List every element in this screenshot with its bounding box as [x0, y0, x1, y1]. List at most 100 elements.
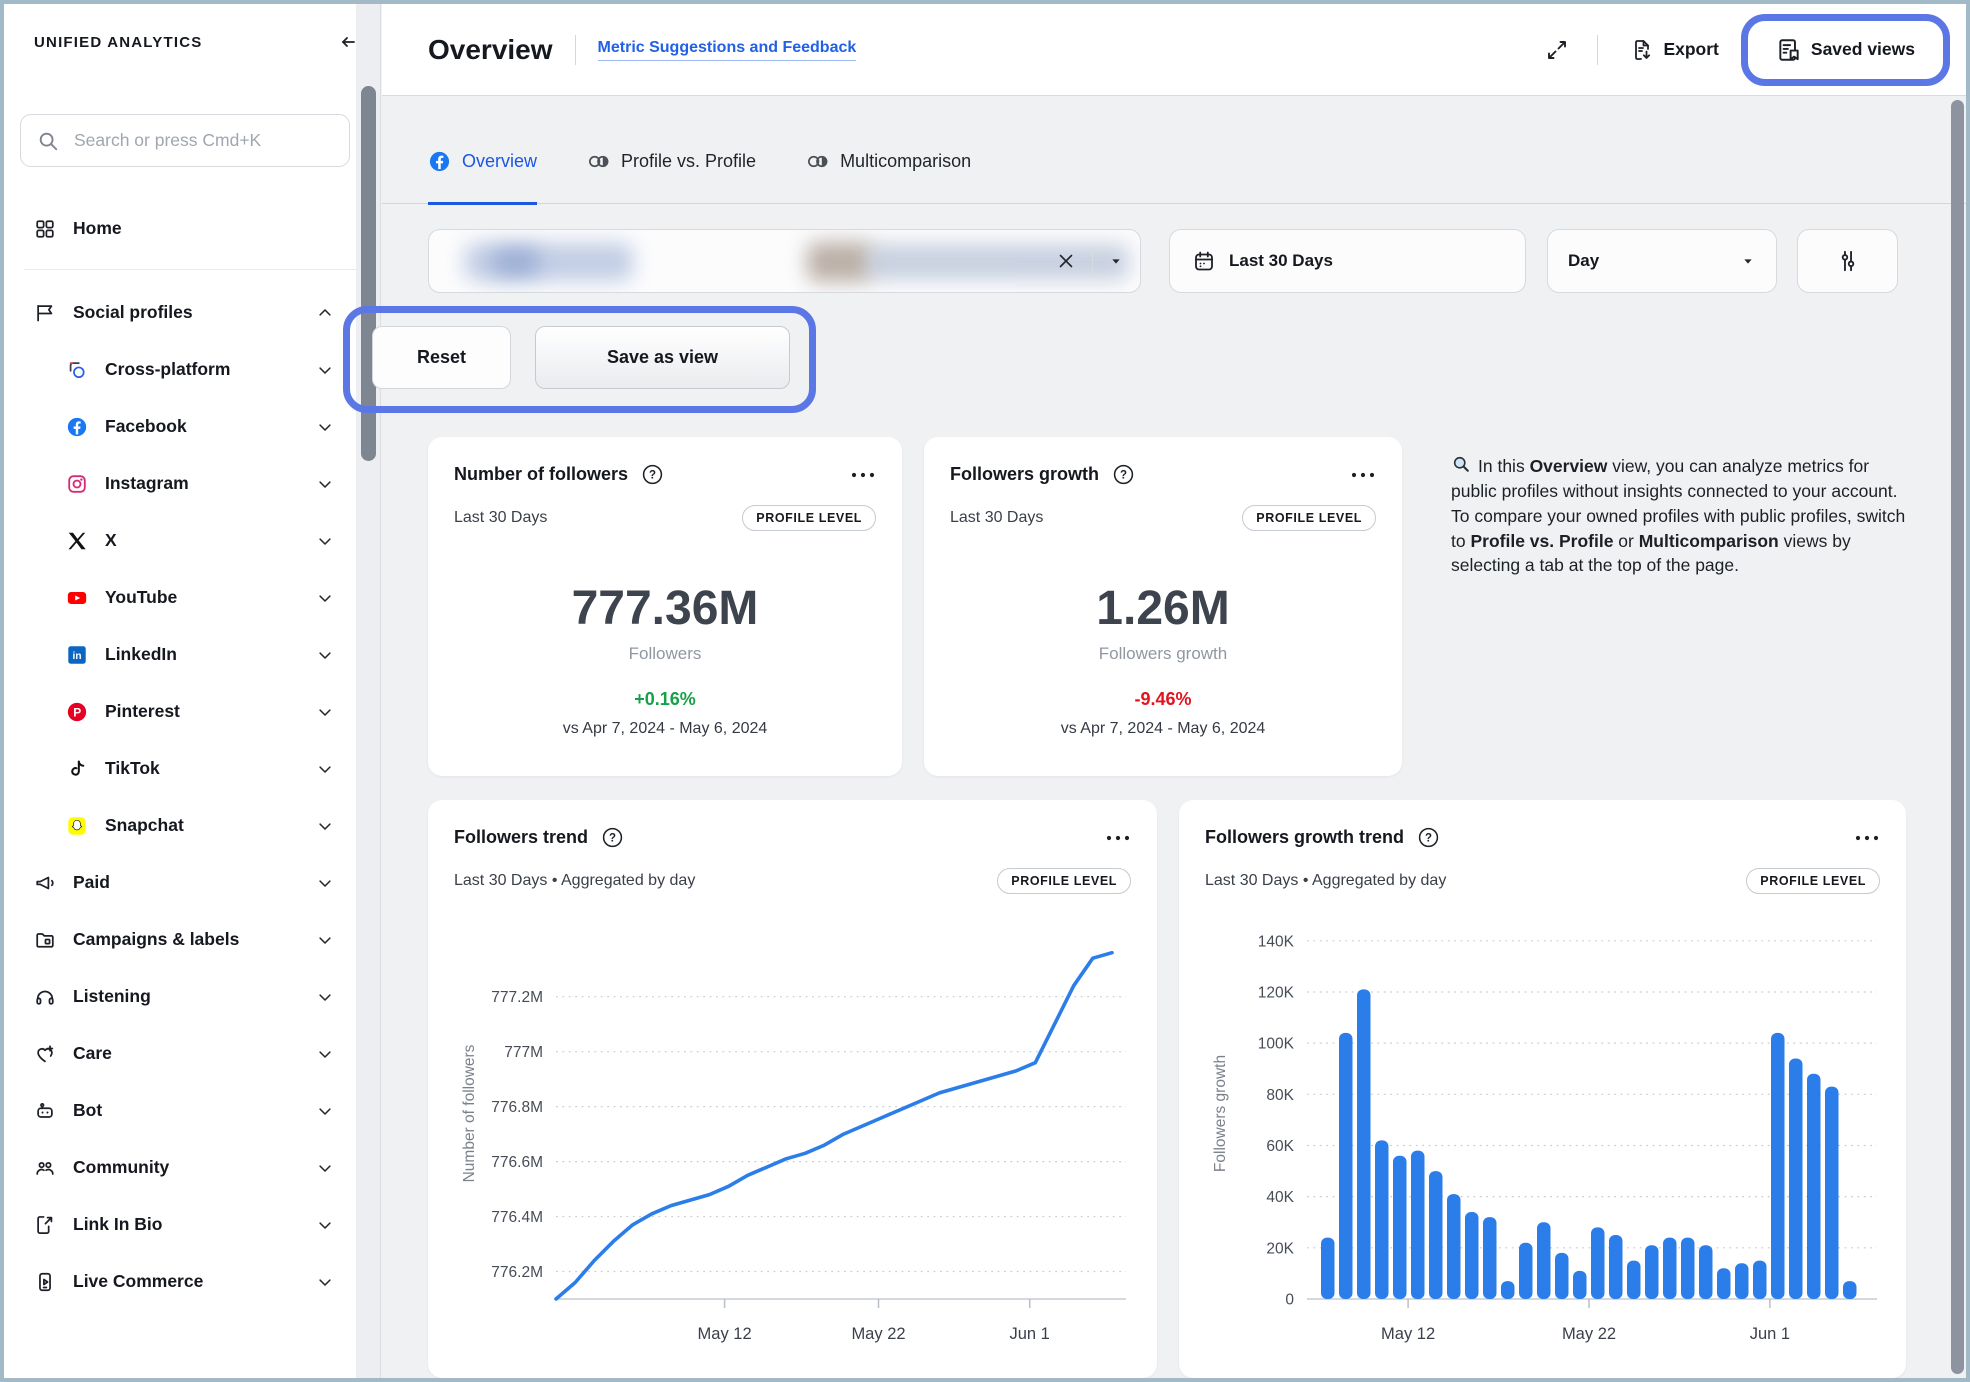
svg-text:100K: 100K [1258, 1036, 1295, 1053]
caret-down-icon[interactable] [1108, 253, 1124, 269]
help-icon[interactable]: ? [1112, 463, 1135, 486]
svg-text:P: P [73, 705, 81, 719]
tab-multicomparison[interactable]: Multicomparison [806, 150, 971, 205]
chevron-down-icon[interactable] [316, 703, 334, 721]
redacted-profile-chip [807, 242, 873, 282]
sidebar-item-live-commerce[interactable]: Live Commerce [4, 1253, 380, 1310]
sidebar-item-linkedin[interactable]: in LinkedIn [4, 626, 380, 683]
svg-text:?: ? [609, 833, 616, 845]
sidebar-item-social-profiles[interactable]: Social profiles [4, 284, 380, 341]
headphones-icon [34, 986, 56, 1008]
chevron-down-icon[interactable] [316, 988, 334, 1006]
sidebar-item-listening[interactable]: Listening [4, 968, 380, 1025]
sidebar-scrollbar[interactable] [356, 4, 380, 1378]
sidebar-item-paid[interactable]: Paid [4, 854, 380, 911]
sidebar-item-x[interactable]: X [4, 512, 380, 569]
svg-text:Jun 1: Jun 1 [1010, 1325, 1050, 1343]
help-icon[interactable]: ? [641, 463, 664, 486]
sidebar-item-bot[interactable]: Bot [4, 1082, 380, 1139]
search-icon [37, 130, 59, 152]
chevron-down-icon[interactable] [316, 418, 334, 436]
page-title: Overview [428, 34, 553, 66]
saved-views-label: Saved views [1811, 39, 1915, 60]
reset-button[interactable]: Reset [372, 326, 511, 389]
more-options-icon[interactable] [850, 471, 876, 479]
chevron-down-icon[interactable] [316, 1216, 334, 1234]
chevron-down-icon[interactable] [316, 589, 334, 607]
sidebar-item-youtube[interactable]: YouTube [4, 569, 380, 626]
kpi-value: 777.36M [454, 581, 876, 636]
chevron-down-icon[interactable] [316, 1159, 334, 1177]
sidebar-item-cross-platform[interactable]: Cross-platform [4, 341, 380, 398]
tab-overview[interactable]: Overview [428, 150, 537, 205]
chevron-down-icon[interactable] [316, 931, 334, 949]
search-field[interactable] [72, 129, 333, 152]
chevron-down-icon[interactable] [316, 817, 334, 835]
chevron-down-icon[interactable] [316, 646, 334, 664]
help-icon[interactable]: ? [601, 826, 624, 849]
sidebar-divider [24, 269, 360, 270]
export-button[interactable]: Export [1620, 30, 1728, 70]
help-icon[interactable]: ? [1417, 826, 1440, 849]
search-input[interactable] [20, 114, 350, 167]
svg-text:80K: 80K [1266, 1087, 1294, 1104]
chart-card-followers-growth-trend: Followers growth trend ? Last 30 Days • … [1179, 800, 1906, 1378]
svg-text:?: ? [649, 470, 656, 482]
chevron-down-icon[interactable] [316, 1273, 334, 1291]
clear-selection-icon[interactable] [1055, 250, 1077, 272]
sidebar-item-community[interactable]: Community [4, 1139, 380, 1196]
sidebar-item-instagram[interactable]: Instagram [4, 455, 380, 512]
more-options-icon[interactable] [1350, 471, 1376, 479]
tab-profile-vs-profile[interactable]: Profile vs. Profile [587, 150, 756, 205]
saved-views-button[interactable]: Saved views [1766, 29, 1925, 71]
chevron-down-icon[interactable] [316, 1045, 334, 1063]
sidebar-item-home[interactable]: Home [4, 200, 380, 257]
svg-text:?: ? [1120, 470, 1127, 482]
sidebar-item-link-in-bio[interactable]: Link In Bio [4, 1196, 380, 1253]
more-options-icon[interactable] [1854, 834, 1880, 842]
metric-suggestions-link[interactable]: Metric Suggestions and Feedback [598, 39, 857, 61]
svg-text:140K: 140K [1258, 933, 1295, 950]
kpi-label: Followers growth [950, 644, 1376, 664]
svg-text:May 22: May 22 [851, 1325, 905, 1343]
comparison-circles-icon [587, 150, 610, 173]
sidebar-scrollbar-thumb[interactable] [361, 86, 376, 461]
card-period: Last 30 Days [454, 509, 547, 527]
flag-icon [34, 302, 56, 324]
save-as-view-button[interactable]: Save as view [535, 326, 790, 389]
sidebar-item-snapchat[interactable]: Snapchat [4, 797, 380, 854]
kpi-label: Followers [454, 644, 876, 664]
metric-card-number-of-followers: Number of followers ? Last 30 Days PROFI… [428, 437, 902, 776]
chevron-down-icon[interactable] [316, 361, 334, 379]
sidebar-item-facebook[interactable]: Facebook [4, 398, 380, 455]
sliders-icon [1835, 248, 1861, 274]
expand-icon[interactable] [1539, 32, 1575, 68]
sidebar-item-tiktok[interactable]: TikTok [4, 740, 380, 797]
instagram-icon [66, 473, 88, 495]
svg-text:776.4M: 776.4M [491, 1209, 543, 1226]
date-range-picker[interactable]: Last 30 Days [1169, 229, 1526, 293]
sidebar-item-pinterest[interactable]: P Pinterest [4, 683, 380, 740]
overview-info-note: In this Overview view, you can analyze m… [1451, 454, 1913, 578]
pinterest-icon: P [66, 701, 88, 723]
facebook-icon [66, 416, 88, 438]
more-options-icon[interactable] [1105, 834, 1131, 842]
chevron-up-icon[interactable] [316, 304, 334, 322]
chevron-down-icon[interactable] [316, 760, 334, 778]
redacted-profile-chip [465, 243, 633, 281]
svg-text:in: in [73, 651, 82, 662]
profile-selector[interactable] [428, 229, 1141, 293]
people-icon [34, 1157, 56, 1179]
chevron-down-icon[interactable] [316, 475, 334, 493]
chevron-down-icon[interactable] [316, 1102, 334, 1120]
main-scrollbar-thumb[interactable] [1951, 100, 1964, 1374]
sidebar-item-care[interactable]: Care [4, 1025, 380, 1082]
svg-text:?: ? [1425, 833, 1432, 845]
chart-settings-button[interactable] [1797, 229, 1898, 293]
chevron-down-icon[interactable] [316, 532, 334, 550]
sidebar-item-campaigns-labels[interactable]: Campaigns & labels [4, 911, 380, 968]
chevron-down-icon[interactable] [316, 874, 334, 892]
selector-divider [1092, 246, 1093, 276]
granularity-select[interactable]: Day [1547, 229, 1777, 293]
svg-text:777.2M: 777.2M [491, 989, 543, 1006]
